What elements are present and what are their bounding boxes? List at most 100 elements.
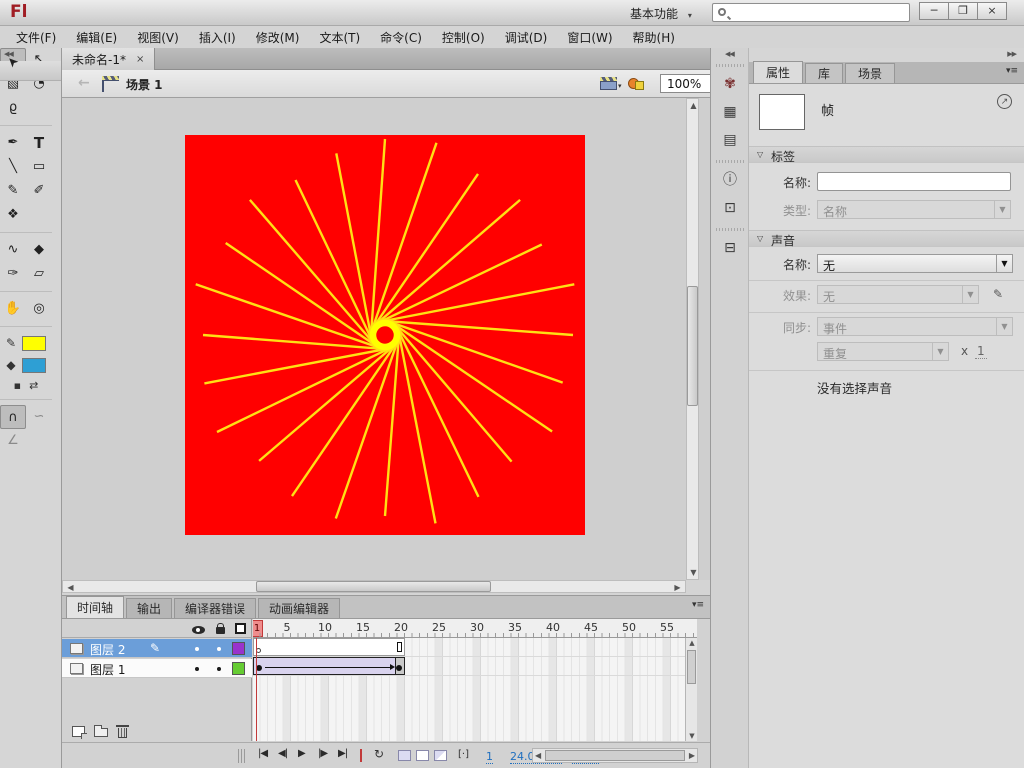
onion-skin-outlines-button[interactable] [416, 750, 429, 761]
edit-multiple-frames-button[interactable] [434, 750, 447, 761]
frames-horizontal-scrollbar[interactable]: ◀ ▶ [532, 748, 698, 763]
stage-background[interactable] [185, 135, 585, 535]
text-tool[interactable]: T [26, 131, 52, 155]
components-panel-icon[interactable]: ⊟ [717, 236, 743, 260]
scroll-right-icon[interactable]: ▶ [672, 583, 683, 592]
layer-row-2[interactable]: 图层 2 ✎ [62, 639, 252, 658]
horizontal-scroll-thumb[interactable] [256, 581, 491, 592]
horizontal-scroll-thumb[interactable] [545, 750, 685, 761]
layer-visibility-dot[interactable] [195, 667, 199, 671]
stroke-color-swatch[interactable] [22, 336, 46, 351]
layer-row-1[interactable]: 图层 1 [62, 659, 252, 678]
tween-frame-span[interactable] [253, 657, 405, 675]
tab-properties[interactable]: 属性 [753, 61, 803, 83]
new-layer-button[interactable] [72, 726, 85, 737]
scroll-down-icon[interactable]: ▼ [687, 732, 697, 740]
menu-help[interactable]: 帮助(H) [623, 29, 685, 46]
panel-menu-icon[interactable]: ▾≡ [1006, 66, 1018, 76]
scroll-up-icon[interactable]: ▲ [687, 639, 697, 647]
collapse-dock-icon[interactable]: ◀◀ [725, 50, 734, 58]
scroll-up-icon[interactable]: ▲ [688, 101, 699, 110]
vertical-scroll-thumb[interactable] [687, 286, 698, 406]
swap-colors-button[interactable]: ⇄ [29, 379, 38, 392]
goto-first-frame-button[interactable]: |◀ [258, 748, 267, 759]
tab-output[interactable]: 输出 [126, 598, 172, 618]
default-colors-button[interactable]: ▪ [14, 379, 21, 392]
layer-lock-dot[interactable] [217, 667, 221, 671]
current-frame-value[interactable]: 1 [486, 750, 493, 764]
transform-panel-icon[interactable]: ⊡ [717, 196, 743, 220]
minimize-button[interactable]: ─ [919, 2, 949, 20]
center-playhead-button[interactable] [358, 749, 364, 762]
tab-motion-editor[interactable]: 动画编辑器 [258, 598, 340, 618]
lasso-tool[interactable]: ϱ [0, 96, 26, 120]
layer2-frame-row[interactable] [253, 638, 697, 657]
align-panel-icon[interactable]: ▤ [717, 128, 743, 152]
close-tab-icon[interactable]: × [136, 54, 144, 65]
playhead-marker[interactable]: 1 [253, 620, 263, 637]
fill-color-swatch[interactable] [22, 358, 46, 373]
menu-window[interactable]: 窗口(W) [557, 29, 622, 46]
canvas-horizontal-scrollbar[interactable]: ◀ ▶ [62, 580, 686, 593]
paint-bucket-tool[interactable]: ◆ [26, 238, 52, 262]
modify-markers-button[interactable]: [·] [458, 749, 469, 760]
tab-scene[interactable]: 场景 [845, 63, 895, 83]
outline-all-layers-icon[interactable] [235, 623, 246, 634]
document-tab[interactable]: 未命名-1* × [62, 48, 155, 70]
step-forward-button[interactable]: |▶ [318, 748, 327, 759]
tab-timeline[interactable]: 时间轴 [66, 596, 124, 618]
goto-last-frame-button[interactable]: ▶| [338, 748, 347, 759]
bone-tool[interactable]: ∿ [0, 238, 26, 262]
menu-file[interactable]: 文件(F) [6, 29, 66, 46]
swatches-panel-icon[interactable]: ▦ [717, 100, 743, 124]
menu-edit[interactable]: 编辑(E) [66, 29, 127, 46]
lock-all-layers-icon[interactable] [216, 627, 225, 634]
tab-compiler-errors[interactable]: 编译器错误 [174, 598, 256, 618]
scroll-right-icon[interactable]: ▶ [689, 751, 695, 760]
smooth-option-button[interactable]: ∽ [26, 405, 52, 429]
back-arrow-icon[interactable]: ← [78, 75, 90, 91]
vertical-scroll-thumb[interactable] [687, 650, 696, 684]
menu-text[interactable]: 文本(T) [309, 29, 370, 46]
stage-pasteboard[interactable] [62, 98, 710, 580]
frame-label-name-input[interactable] [817, 172, 1011, 191]
step-back-button[interactable]: ◀| [278, 748, 287, 759]
expand-dock-icon[interactable]: ▶▶ [1007, 50, 1016, 58]
show-hide-all-layers-icon[interactable] [192, 626, 205, 634]
frame-grid[interactable]: 5 10 15 20 25 30 35 40 45 50 55 1 [253, 619, 697, 741]
repeat-count-value[interactable]: 1 [975, 344, 987, 359]
workspace-switcher-button[interactable]: 基本功能 ▾ [630, 5, 692, 22]
edit-sound-envelope-icon[interactable]: ✎ [987, 285, 1009, 304]
stage-artwork[interactable] [185, 135, 585, 535]
snap-to-objects-toggle[interactable]: ∩ [0, 405, 26, 429]
pencil-tool[interactable]: ✎ [0, 179, 26, 203]
restore-button[interactable]: ❐ [948, 2, 978, 20]
info-panel-icon[interactable]: ⓘ [717, 168, 743, 192]
zoom-tool[interactable]: ◎ [26, 297, 52, 321]
label-section-header[interactable]: ▽ 标签 [749, 146, 1024, 163]
menu-insert[interactable]: 插入(I) [189, 29, 246, 46]
playhead-line[interactable] [256, 638, 257, 741]
empty-frame-span[interactable] [253, 638, 405, 656]
scroll-left-icon[interactable]: ◀ [535, 751, 541, 760]
delete-layer-button[interactable] [118, 728, 127, 738]
menu-control[interactable]: 控制(O) [432, 29, 495, 46]
onion-skin-button[interactable] [398, 750, 411, 761]
edit-symbols-button[interactable] [628, 76, 648, 92]
pane-resize-grip[interactable] [238, 749, 246, 763]
deco-tool[interactable]: ❖ [0, 203, 26, 227]
timeline-ruler[interactable]: 5 10 15 20 25 30 35 40 45 50 55 1 [253, 619, 697, 638]
sound-name-dropdown[interactable]: 无 ▼ [817, 254, 1013, 273]
eraser-tool[interactable]: ▱ [26, 262, 52, 286]
canvas-vertical-scrollbar[interactable]: ▲ ▼ [686, 98, 699, 580]
close-button[interactable]: × [977, 2, 1007, 20]
scroll-down-icon[interactable]: ▼ [688, 568, 699, 577]
sound-section-header[interactable]: ▽ 声音 [749, 230, 1024, 247]
layer-name[interactable]: 图层 1 [90, 661, 125, 678]
new-folder-button[interactable] [94, 728, 108, 737]
layer-name[interactable]: 图层 2 [90, 641, 125, 658]
menu-view[interactable]: 视图(V) [127, 29, 189, 46]
frames-vertical-scrollbar[interactable]: ▲ ▼ [685, 638, 697, 741]
layer-lock-dot[interactable] [217, 647, 221, 651]
brush-tool[interactable]: ✐ [26, 179, 52, 203]
